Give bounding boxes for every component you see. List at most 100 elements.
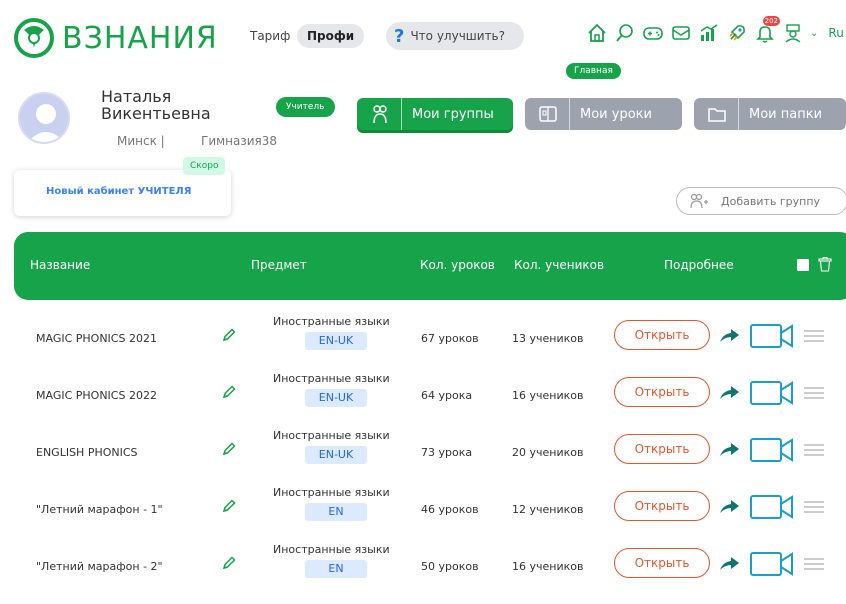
group-name: ENGLISH PHONICS: [36, 446, 138, 459]
column-header-name[interactable]: Название: [30, 258, 90, 272]
language-badge: EN: [305, 560, 367, 578]
share-arrow-icon[interactable]: [717, 498, 741, 516]
gamepad-icon[interactable]: [642, 22, 664, 44]
students-count: 13 учеников: [512, 332, 584, 345]
language-badge: EN: [305, 503, 367, 521]
tab-my-groups-label: Мои группы: [412, 106, 494, 122]
trash-icon[interactable]: [818, 257, 832, 272]
group-subject: Иностранные языки: [273, 315, 390, 328]
students-count: 16 учеников: [512, 560, 584, 573]
top-toolbar: 202 ⌄ Ru ⌄: [586, 16, 846, 44]
tariff-badge[interactable]: Профи: [297, 24, 365, 48]
lessons-count: 46 уроков: [421, 503, 479, 516]
menu-icon[interactable]: [803, 500, 825, 514]
open-group-button[interactable]: Открыть: [614, 491, 710, 521]
share-arrow-icon[interactable]: [717, 384, 741, 402]
table-row: "Летний марафон - 2" Иностранные языки E…: [0, 537, 846, 594]
tab-my-folders[interactable]: Мои папки: [694, 98, 846, 130]
tab-my-lessons[interactable]: Мои уроки: [525, 98, 682, 130]
select-all-checkbox[interactable]: [797, 259, 809, 271]
add-group-icon: [690, 193, 708, 209]
edit-pencil-icon[interactable]: [221, 555, 237, 571]
table-row: MAGIC PHONICS 2022 Иностранные языки EN-…: [0, 366, 846, 423]
notifications-bell-icon[interactable]: 202: [754, 16, 780, 44]
user-school: Гимназия38: [201, 134, 278, 148]
students-count: 16 учеников: [512, 389, 584, 402]
user-last-name: Викентьевна: [101, 104, 211, 123]
video-camera-icon[interactable]: [749, 321, 795, 351]
edit-pencil-icon[interactable]: [221, 498, 237, 514]
column-header-subject[interactable]: Предмет: [251, 258, 307, 272]
edit-pencil-icon[interactable]: [221, 384, 237, 400]
video-camera-icon[interactable]: [749, 549, 795, 579]
table-row: "Летний марафон - 1" Иностранные языки E…: [0, 480, 846, 537]
new-cabinet-text: Новый кабинет УЧИТЕЛЯ: [46, 186, 191, 197]
edit-pencil-icon[interactable]: [221, 441, 237, 457]
open-group-button[interactable]: Открыть: [614, 377, 710, 407]
table-row: ENGLISH PHONICS Иностранные языки EN-UK …: [0, 423, 846, 480]
open-group-button[interactable]: Открыть: [614, 320, 710, 350]
feedback-button[interactable]: ? Что улучшить?: [386, 22, 524, 50]
home-icon[interactable]: [586, 22, 608, 44]
menu-icon[interactable]: [803, 329, 825, 343]
group-subject: Иностранные языки: [273, 372, 390, 385]
user-first-name: Наталья: [101, 87, 172, 106]
video-camera-icon[interactable]: [749, 435, 795, 465]
folder-icon: [702, 102, 732, 126]
share-arrow-icon[interactable]: [717, 555, 741, 573]
menu-icon[interactable]: [803, 443, 825, 457]
edit-pencil-icon[interactable]: [221, 327, 237, 343]
add-group-label: Добавить группу: [721, 194, 821, 208]
search-icon[interactable]: [614, 22, 636, 44]
new-cabinet-card[interactable]: Новый кабинет УЧИТЕЛЯ: [14, 170, 231, 216]
group-name: "Летний марафон - 1": [36, 503, 163, 516]
open-group-button[interactable]: Открыть: [614, 434, 710, 464]
video-camera-icon[interactable]: [749, 378, 795, 408]
notifications-count-badge: 202: [762, 16, 780, 26]
tab-divider: [738, 98, 739, 130]
tab-my-groups[interactable]: Мои группы: [357, 98, 513, 130]
lessons-count: 64 урока: [421, 389, 473, 402]
tab-my-lessons-label: Мои уроки: [580, 106, 652, 122]
lessons-count: 67 уроков: [421, 332, 479, 345]
statistics-icon[interactable]: [698, 22, 720, 44]
share-arrow-icon[interactable]: [717, 441, 741, 459]
tariff-label: Тариф: [250, 29, 291, 43]
profile-menu-icon[interactable]: [782, 22, 804, 44]
tab-my-folders-label: Мои папки: [749, 106, 823, 122]
tab-divider: [569, 98, 570, 130]
logo-text: ВЗНАНИЯ: [62, 20, 218, 56]
soon-badge: Скоро: [183, 157, 226, 175]
language-select[interactable]: Ru: [828, 26, 843, 40]
user-name: Наталья Викентьевна: [101, 88, 211, 122]
table-row: MAGIC PHONICS 2021 Иностранные языки EN-…: [0, 309, 846, 366]
chevron-down-icon[interactable]: ⌄: [810, 28, 818, 39]
lessons-count: 73 урока: [421, 446, 473, 459]
menu-icon[interactable]: [803, 557, 825, 571]
menu-icon[interactable]: [803, 386, 825, 400]
lessons-count: 50 уроков: [421, 560, 479, 573]
group-name: "Летний марафон - 2": [36, 560, 163, 573]
feedback-label: Что улучшить?: [410, 29, 505, 43]
lessons-book-icon: [533, 102, 563, 126]
open-group-button[interactable]: Открыть: [614, 548, 710, 578]
logo-icon: [14, 18, 54, 58]
group-subject: Иностранные языки: [273, 429, 390, 442]
students-count: 12 учеников: [512, 503, 584, 516]
video-camera-icon[interactable]: [749, 492, 795, 522]
share-arrow-icon[interactable]: [717, 327, 741, 345]
column-header-lessons[interactable]: Кол. уроков: [420, 258, 495, 272]
group-subject: Иностранные языки: [273, 486, 390, 499]
new-cabinet-text-highlight: УЧИТЕЛЯ: [137, 186, 192, 197]
mail-icon[interactable]: [670, 22, 692, 44]
tab-divider: [401, 98, 402, 130]
groups-icon: [365, 102, 395, 126]
add-group-button[interactable]: Добавить группу: [676, 187, 846, 215]
rocket-icon[interactable]: [726, 22, 748, 44]
students-count: 20 учеников: [512, 446, 584, 459]
language-badge: EN-UK: [305, 332, 367, 350]
avatar[interactable]: [18, 92, 70, 144]
question-icon: ?: [394, 25, 405, 47]
column-header-students[interactable]: Кол. учеников: [514, 258, 604, 272]
logo[interactable]: ВЗНАНИЯ: [14, 18, 218, 58]
